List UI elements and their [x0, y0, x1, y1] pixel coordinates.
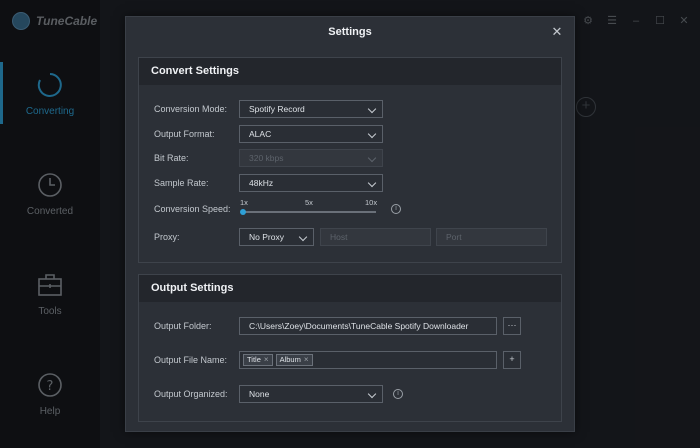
- output-folder-value: C:\Users\Zoey\Documents\TuneCable Spotif…: [249, 321, 469, 331]
- file-name-tag[interactable]: Album ×: [275, 352, 313, 368]
- output-format-label: Output Format:: [154, 129, 215, 139]
- plus-icon: +: [509, 354, 515, 364]
- proxy-host-input[interactable]: Host: [320, 228, 431, 246]
- output-organized-row: Output Organized: None i: [154, 385, 403, 403]
- sample-rate-select[interactable]: 48kHz: [239, 174, 383, 192]
- file-name-tag-label: Title: [247, 355, 261, 364]
- chevron-down-icon: [367, 153, 377, 163]
- chevron-down-icon: [367, 129, 377, 139]
- output-format-select[interactable]: ALAC: [239, 125, 383, 143]
- sample-rate-row: Sample Rate: 48kHz: [154, 174, 383, 192]
- browse-folder-button[interactable]: ···: [503, 317, 521, 335]
- output-organized-select[interactable]: None: [239, 385, 383, 403]
- sample-rate-value: 48kHz: [249, 178, 274, 188]
- section-heading: Output Settings: [139, 275, 561, 302]
- proxy-row: Proxy: No Proxy Host Port: [154, 228, 547, 246]
- output-format-value: ALAC: [249, 129, 272, 139]
- bit-rate-value: 320 kbps: [249, 153, 284, 163]
- proxy-port-input[interactable]: Port: [436, 228, 547, 246]
- proxy-label: Proxy:: [154, 232, 180, 242]
- close-icon[interactable]: ✕: [550, 25, 564, 39]
- remove-tag-icon[interactable]: ×: [264, 352, 269, 368]
- slider-track: [242, 211, 376, 213]
- proxy-select[interactable]: No Proxy: [239, 228, 314, 246]
- proxy-value: No Proxy: [249, 232, 284, 242]
- bit-rate-label: Bit Rate:: [154, 153, 189, 163]
- remove-tag-icon[interactable]: ×: [304, 352, 309, 368]
- file-name-tag[interactable]: Title ×: [243, 354, 273, 366]
- output-file-name-input[interactable]: Title × Album ×: [239, 351, 497, 369]
- output-folder-input[interactable]: C:\Users\Zoey\Documents\TuneCable Spotif…: [239, 317, 497, 335]
- chevron-down-icon: [367, 389, 377, 399]
- conversion-speed-row: Conversion Speed: 1x 5x 10x i: [154, 198, 401, 220]
- output-folder-label: Output Folder:: [154, 321, 212, 331]
- speed-tick-label: 1x: [240, 198, 248, 207]
- output-folder-row: Output Folder: C:\Users\Zoey\Documents\T…: [154, 317, 521, 335]
- settings-dialog: Settings ✕ Convert Settings Conversion M…: [125, 16, 575, 432]
- conversion-mode-select[interactable]: Spotify Record: [239, 100, 383, 118]
- bit-rate-select: 320 kbps: [239, 149, 383, 167]
- add-tag-button[interactable]: +: [503, 351, 521, 369]
- sample-rate-label: Sample Rate:: [154, 178, 209, 188]
- output-settings-section: Output Settings Output Folder: C:\Users\…: [138, 274, 562, 422]
- chevron-down-icon: [298, 232, 308, 242]
- info-icon[interactable]: i: [393, 389, 403, 399]
- output-organized-label: Output Organized:: [154, 389, 228, 399]
- output-organized-value: None: [249, 389, 270, 399]
- proxy-port-placeholder: Port: [446, 232, 462, 242]
- conversion-mode-value: Spotify Record: [249, 104, 305, 114]
- file-name-tag-label: Album: [279, 355, 301, 364]
- chevron-down-icon: [367, 178, 377, 188]
- chevron-down-icon: [367, 104, 377, 114]
- conversion-speed-label: Conversion Speed:: [154, 204, 231, 214]
- output-format-row: Output Format: ALAC: [154, 125, 383, 143]
- speed-tick-label: 5x: [305, 198, 313, 207]
- conversion-speed-slider[interactable]: 1x 5x 10x: [239, 198, 379, 220]
- dialog-header: Settings ✕: [126, 17, 574, 47]
- output-file-name-label: Output File Name:: [154, 355, 228, 365]
- bit-rate-row: Bit Rate: 320 kbps: [154, 149, 383, 167]
- section-heading: Convert Settings: [139, 58, 561, 85]
- speed-tick-label: 10x: [365, 198, 378, 207]
- proxy-host-placeholder: Host: [330, 232, 348, 242]
- conversion-mode-label: Conversion Mode:: [154, 104, 228, 114]
- conversion-mode-row: Conversion Mode: Spotify Record: [154, 100, 383, 118]
- convert-settings-section: Convert Settings Conversion Mode: Spotif…: [138, 57, 562, 263]
- slider-thumb[interactable]: [240, 209, 246, 215]
- output-file-name-row: Output File Name: Title × Album × +: [154, 351, 521, 369]
- info-icon[interactable]: i: [391, 204, 401, 214]
- more-icon: ···: [507, 320, 517, 330]
- dialog-title: Settings: [328, 26, 372, 38]
